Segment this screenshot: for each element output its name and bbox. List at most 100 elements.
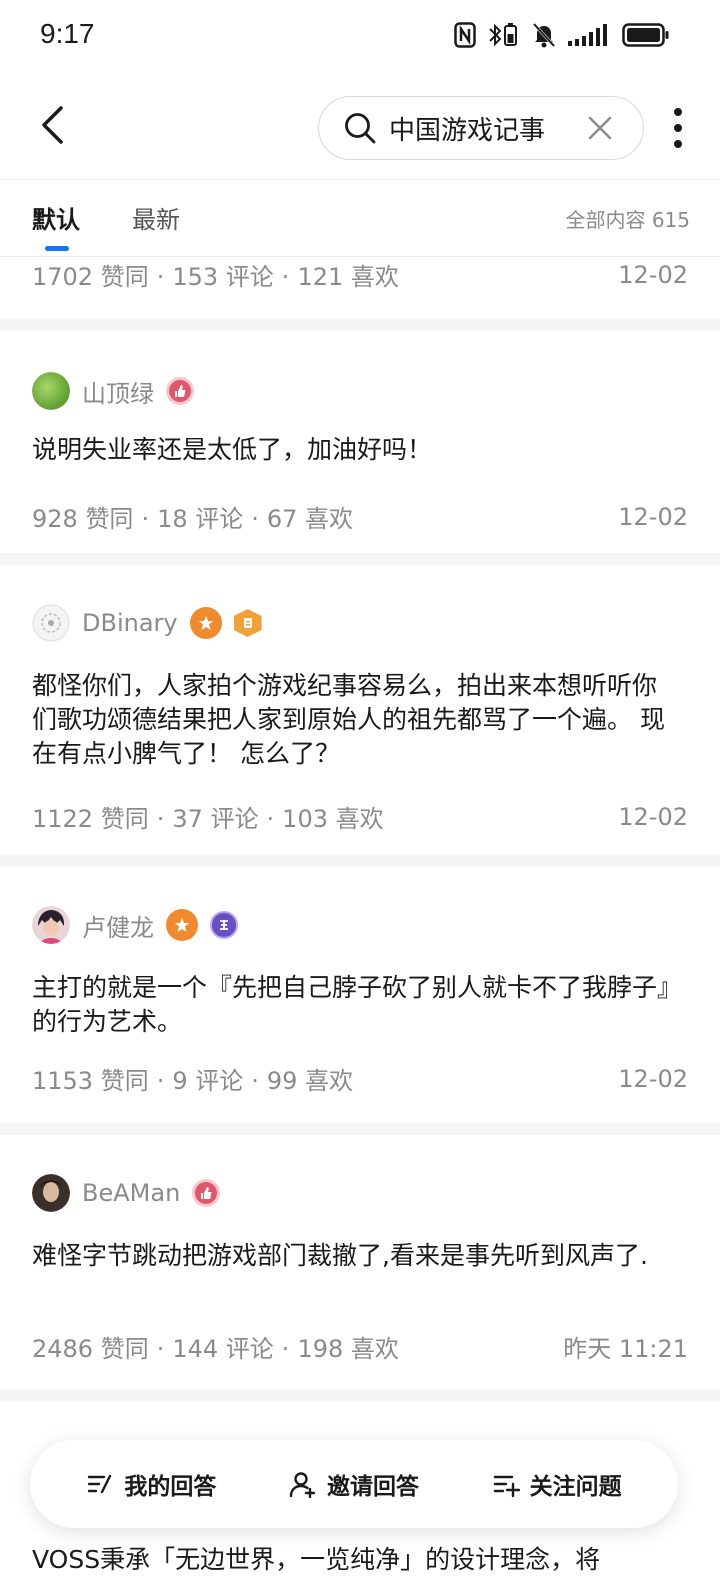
clear-icon[interactable] [587,115,613,141]
answer-stats: 1122 赞同 · 37 评论 · 103 喜欢 [32,805,384,833]
follow-add-icon [493,1475,520,1498]
answer-date: 12-02 [618,260,688,289]
creator-badge-icon [192,1179,221,1207]
back-button[interactable] [30,100,74,150]
search-query-text: 中国游戏记事 [389,115,546,146]
header: 中国游戏记事 [0,80,720,176]
answer-date: 12-02 [618,1064,688,1093]
comment-count: 37 评论 [172,805,259,833]
avatar-image-icon [32,906,70,944]
nfc-icon [454,22,476,48]
answer-card[interactable]: BeAMan 难怪字节跳动把游戏部门裁撤了,看来是事先听到风声了. 2486 赞… [0,1135,720,1389]
like-count: 198 喜欢 [297,1335,399,1363]
invite-answer-button[interactable]: 邀请回答 [289,1467,419,1501]
answer-card[interactable]: 山顶绿 说明失业率还是太低了，加油好吗！ 928 赞同 · 18 评论 · 67 喜欢 … [0,331,720,553]
like-count: 121 喜欢 [297,263,399,291]
answer-meta: 928 赞同 · 18 评论 · 67 喜欢 12-02 [32,499,688,534]
follow-question-button[interactable]: 关注问题 [492,1467,622,1501]
answer-excerpt[interactable]: 说明失业率还是太低了，加油好吗！ [32,433,688,467]
comment-count: 18 评论 [157,505,244,533]
answer-card[interactable]: 卢健龙 主打的就是一个『先把自己脖子砍了别人就卡不了我脖子』的行为艺术。 115… [0,867,720,1123]
verified-badge-icon [166,909,198,941]
search-icon [345,113,376,144]
avatar[interactable] [32,372,70,410]
medal-badge-icon [233,609,262,637]
card-separator [0,319,720,331]
more-dot-icon [674,140,682,148]
answer-excerpt[interactable]: 都怪你们，人家拍个游戏纪事容易么，拍出来本想听听你们歌功颂德结果把人家到原始人的… [32,669,676,771]
bottom-action-bar: 我的回答 邀请回答 关注问题 [30,1440,678,1528]
battery-icon [622,23,669,47]
answer-author[interactable]: 卢健龙 [32,905,238,945]
status-bar: 9:17 [0,0,720,72]
sort-tabs: 默认 最新 全部内容 615 [0,180,720,256]
upvote-count: 1153 赞同 [32,1067,149,1095]
comment-count: 9 评论 [172,1067,244,1095]
answer-author[interactable]: DBinary [32,603,262,643]
upvote-count: 1122 赞同 [32,805,149,833]
comment-count: 144 评论 [172,1335,274,1363]
upvote-count: 1702 赞同 [32,263,149,291]
answer-excerpt[interactable]: 难怪字节跳动把游戏部门裁撤了,看来是事先听到风声了. [32,1239,676,1273]
avatar[interactable] [32,604,70,642]
like-count: 67 喜欢 [266,505,354,533]
author-name[interactable]: 山顶绿 [82,374,154,409]
answer-excerpt-partial[interactable]: VOSS秉承「无边世界，一览纯净」的设计理念，将 [32,1540,692,1576]
card-separator [0,1123,720,1135]
more-dot-icon [674,124,682,132]
avatar-image-icon [32,1174,70,1212]
author-name[interactable]: DBinary [82,609,178,637]
creator-badge-icon [166,377,194,405]
tab-default[interactable]: 默认 [32,200,80,235]
my-answer-button[interactable]: 我的回答 [86,1467,216,1501]
search-input[interactable]: 中国游戏记事 [318,96,644,160]
comment-count: 153 评论 [172,263,274,291]
upvote-count: 2486 赞同 [32,1335,149,1363]
card-separator [0,1389,720,1401]
answer-stats: 2486 赞同 · 144 评论 · 198 喜欢 [32,1335,399,1363]
avatar-image-icon [32,604,70,642]
answer-author[interactable]: BeAMan [32,1173,221,1213]
answer-meta: 1122 赞同 · 37 评论 · 103 喜欢 12-02 [32,799,688,834]
answer-feed[interactable]: 1702 赞同 · 153 评论 · 121 喜欢 12-02 山顶绿 说明失业率还是太… [0,257,720,1401]
add-person-icon [289,1472,316,1498]
upvote-count: 928 赞同 [32,505,134,533]
answer-stats: 1153 赞同 · 9 评论 · 99 喜欢 [32,1067,354,1095]
answer-card-partial[interactable]: 1702 赞同 · 153 评论 · 121 喜欢 12-02 [0,257,720,319]
answer-date: 12-02 [618,502,688,531]
card-separator [0,855,720,867]
more-dot-icon [674,108,682,116]
avatar-image-icon [32,372,70,410]
zhi-badge-icon [210,911,238,939]
answer-meta: 1702 赞同 · 153 评论 · 121 喜欢 12-02 [32,257,688,292]
author-name[interactable]: BeAMan [82,1179,180,1207]
invite-answer-label: 邀请回答 [326,1474,419,1500]
total-content-count: 全部内容 615 [565,208,690,232]
status-icons [454,22,670,48]
back-arrow-icon [42,106,63,144]
answer-stats: 928 赞同 · 18 评论 · 67 喜欢 [32,505,354,533]
like-count: 99 喜欢 [266,1067,354,1095]
answer-date: 12-02 [618,802,688,831]
answer-stats: 1702 赞同 · 153 评论 · 121 喜欢 [32,263,399,291]
avatar[interactable] [32,906,70,944]
card-separator [0,553,720,565]
active-tab-indicator [45,246,69,251]
answer-author[interactable]: 山顶绿 [32,371,194,411]
like-count: 103 喜欢 [282,805,384,833]
author-name[interactable]: 卢健龙 [82,908,154,943]
answer-meta: 1153 赞同 · 9 评论 · 99 喜欢 12-02 [32,1061,688,1096]
follow-question-label: 关注问题 [529,1474,622,1500]
more-options-button[interactable] [670,108,686,148]
answer-meta: 2486 赞同 · 144 评论 · 198 喜欢 昨天 11:21 [32,1329,688,1364]
tab-latest[interactable]: 最新 [132,200,180,235]
verified-badge-icon [189,607,222,639]
my-answer-label: 我的回答 [124,1474,217,1500]
write-answer-icon [88,1474,112,1494]
answer-excerpt[interactable]: 主打的就是一个『先把自己脖子砍了别人就卡不了我脖子』的行为艺术。 [32,971,676,1039]
answer-date: 昨天 11:21 [563,1335,688,1363]
signal-icon [568,24,607,46]
answer-card[interactable]: DBinary 都怪你们，人家拍个游戏纪事容易么，拍出来本想听听你们歌功颂德结果… [0,565,720,855]
mute-bell-icon [532,22,556,48]
avatar[interactable] [32,1174,70,1212]
